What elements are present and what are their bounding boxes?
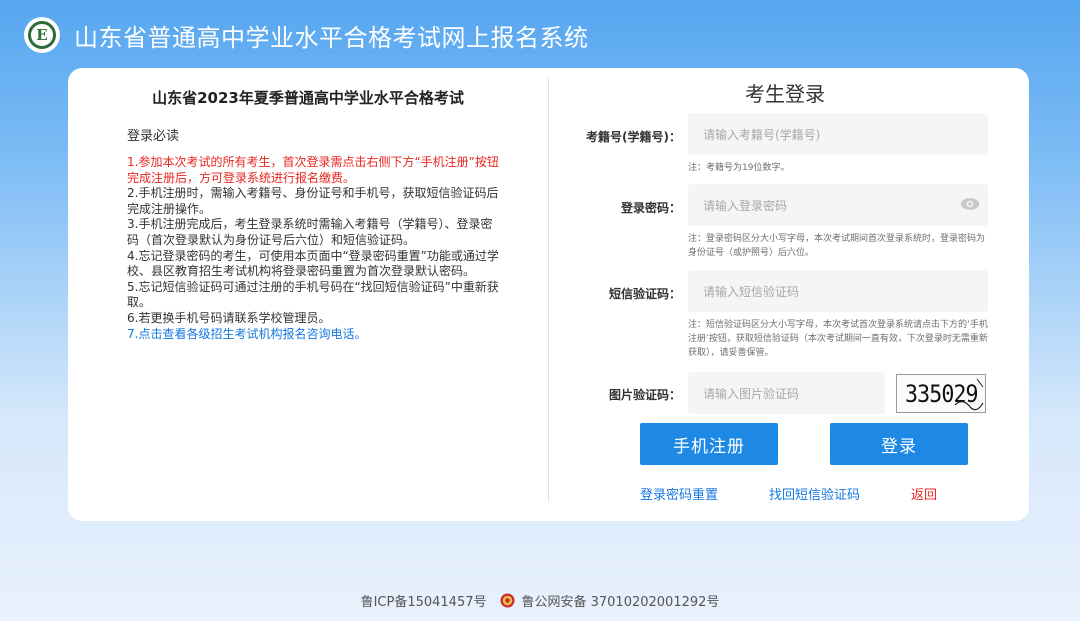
site-title: 山东省普通高中学业水平合格考试网上报名系统 (74, 23, 589, 52)
note-item: 2.手机注册时，需输入考籍号、身份证号和手机号，获取短信验证码后完成注册操作。 (127, 186, 499, 216)
sms-label: 短信验证码： (608, 287, 681, 301)
footer: 鲁ICP备15041457号 鲁公网安备 37010202001292号 (0, 591, 1080, 610)
login-title: 考生登录 (745, 82, 825, 106)
site-header: E 山东省普通高中学业水平合格考试网上报名系统 (24, 14, 589, 56)
instructions-panel: 山东省2023年夏季普通高中学业水平合格考试 登录必读 1.参加本次考试的所有考… (68, 68, 548, 521)
password-input[interactable]: 请输入登录密码 (688, 184, 988, 226)
notes-list: 1.参加本次考试的所有考生，首次登录需点击右侧下方“手机注册”按钮完成注册后，方… (127, 155, 503, 342)
sms-code-input[interactable]: 请输入短信验证码 (688, 270, 988, 312)
recover-sms-code-link[interactable]: 找回短信验证码 (769, 484, 860, 503)
reset-password-link[interactable]: 登录密码重置 (640, 484, 718, 503)
sms-hint: 注：短信验证码区分大小写字母，本次考试首次登录系统请点击下方的‘手机注册’按钮，… (688, 320, 988, 358)
consult-phone-link[interactable]: 点击查看各级招生考试机构报名咨询电话。 (138, 327, 366, 341)
eye-icon[interactable] (960, 196, 980, 212)
note-number: 7. (127, 326, 139, 341)
note-item: 1.参加本次考试的所有考生，首次登录需点击右侧下方“手机注册”按钮完成注册后，方… (127, 155, 499, 185)
note-item: 5.忘记短信验证码可通过注册的手机号码在“找回短信验证码”中重新获取。 (127, 279, 499, 310)
phone-register-button[interactable]: 手机注册 (640, 423, 778, 465)
exam-id-input[interactable]: 请输入考籍号(学籍号) (688, 113, 988, 155)
password-label: 登录密码： (620, 201, 681, 215)
note-item: 4.忘记登录密码的考生，可使用本页面中“登录密码重置”功能或通过学校、县区教育招… (127, 248, 499, 279)
sms-code-placeholder: 请输入短信验证码 (703, 284, 800, 299)
exam-id-hint: 注：考籍号为19位数字。 (688, 163, 790, 173)
captcha-image[interactable]: 335029 (896, 374, 986, 413)
captcha-label: 图片验证码： (608, 388, 681, 402)
exam-id-placeholder: 请输入考籍号(学籍号) (703, 127, 821, 142)
login-button[interactable]: 登录 (830, 423, 968, 465)
main-card: 山东省2023年夏季普通高中学业水平合格考试 登录必读 1.参加本次考试的所有考… (68, 68, 1029, 521)
captcha-input[interactable]: 请输入图片验证码 (688, 372, 885, 414)
icp-record-link[interactable]: 鲁ICP备15041457号 (361, 591, 487, 610)
police-record-link[interactable]: 鲁公网安备 37010202001292号 (521, 591, 719, 610)
note-item: 7.点击查看各级招生考试机构报名咨询电话。 (127, 327, 503, 343)
back-link[interactable]: 返回 (911, 484, 937, 503)
password-hint: 注：登录密码区分大小写字母，本次考试期间首次登录系统时，登录密码为身份证号（或护… (688, 234, 986, 258)
note-item: 3.手机注册完成后，考生登录系统时需输入考籍号（学籍号）、登录密码（首次登录默认… (127, 217, 493, 247)
note-item: 6.若更换手机号码请联系学校管理员。 (127, 310, 331, 325)
logo-letter: E (36, 26, 48, 44)
site-logo: E (24, 17, 60, 53)
police-badge-icon (500, 593, 516, 608)
login-panel: 考生登录 考籍号(学籍号)： 请输入考籍号(学籍号) 注：考籍号为19位数字。 … (549, 68, 1029, 521)
must-read-heading: 登录必读 (127, 129, 180, 144)
exam-title: 山东省2023年夏季普通高中学业水平合格考试 (152, 89, 464, 107)
password-placeholder: 请输入登录密码 (703, 198, 788, 213)
captcha-noise (954, 378, 984, 411)
exam-id-label: 考籍号(学籍号)： (586, 130, 681, 144)
captcha-placeholder: 请输入图片验证码 (703, 386, 800, 401)
